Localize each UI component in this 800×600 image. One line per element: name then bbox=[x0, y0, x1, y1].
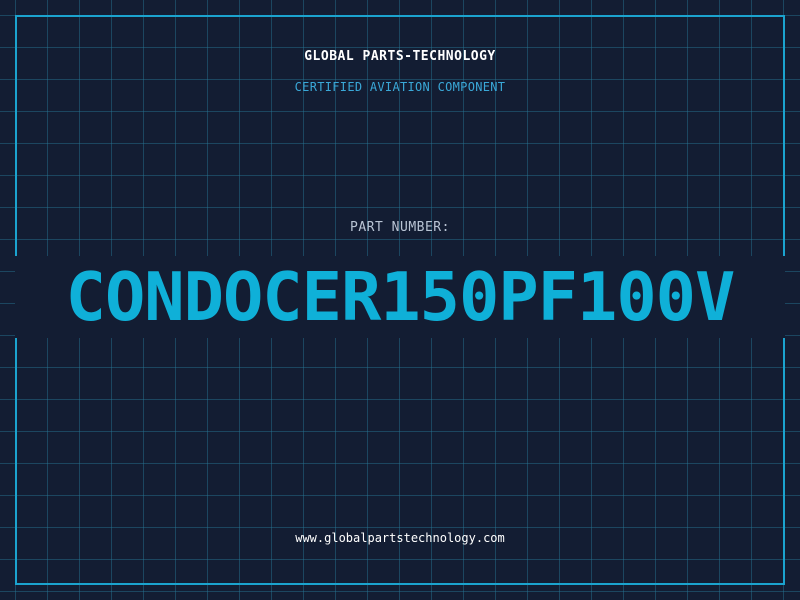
part-number-label: PART NUMBER: bbox=[350, 220, 450, 235]
certification-subtitle: CERTIFIED AVIATION COMPONENT bbox=[294, 80, 506, 94]
part-number-value: CONDOCER150PF100V bbox=[65, 258, 736, 336]
company-name: GLOBAL PARTS-TECHNOLOGY bbox=[304, 49, 496, 64]
website-url: www.globalpartstechnology.com bbox=[295, 531, 505, 545]
